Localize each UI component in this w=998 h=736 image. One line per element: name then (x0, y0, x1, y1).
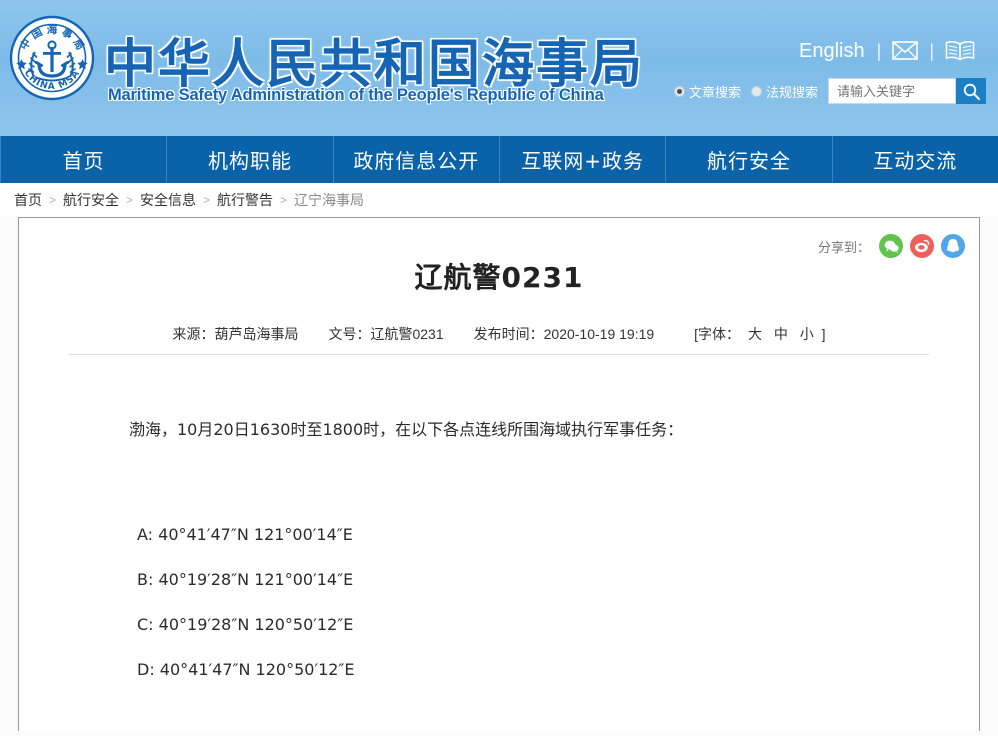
site-header: 中 国 海 事 局 CHINA MSA 中华人民共和国海事局 Maritime … (0, 0, 998, 136)
breadcrumb-item-home[interactable]: 首页 (14, 190, 42, 210)
wechat-share-icon[interactable] (879, 234, 903, 258)
article-card: 分享到： 辽航警0231 来源：葫芦岛海事局 文号：辽航警0231 发布时间：2… (18, 217, 980, 731)
breadcrumb-separator: > (280, 193, 288, 207)
site-title-en: Maritime Safety Administration of the Pe… (108, 86, 604, 104)
font-size-large[interactable]: 大 (748, 326, 762, 342)
font-size-small[interactable]: 小 (800, 326, 814, 342)
article-doc-no: 文号：辽航警0231 (328, 326, 444, 342)
nav-item-gov-info[interactable]: 政府信息公开 (334, 136, 500, 183)
header-search-area: 文章搜索 法规搜索 (673, 78, 986, 104)
search-scope-article[interactable]: 文章搜索 (673, 82, 741, 101)
article-source: 来源：葫芦岛海事局 (172, 326, 299, 342)
breadcrumb-item-liaoning-msa: 辽宁海事局 (294, 192, 365, 208)
radio-regulation-icon[interactable] (750, 85, 762, 97)
search-scope-regulation[interactable]: 法规搜索 (750, 82, 818, 101)
font-size-suffix: ] (821, 326, 826, 342)
weibo-share-icon[interactable] (910, 234, 934, 258)
china-msa-emblem-logo[interactable]: 中 国 海 事 局 CHINA MSA (8, 14, 96, 102)
coordinate-point-a: A: 40°41′47″N 121°00′14″E (137, 525, 353, 545)
header-top-links: English | | (787, 40, 986, 61)
breadcrumb-separator: > (203, 193, 211, 207)
breadcrumb-item-safety-info[interactable]: 安全信息 (140, 190, 196, 210)
font-size-medium[interactable]: 中 (774, 326, 788, 342)
breadcrumb: 首页 > 航行安全 > 安全信息 > 航行警告 > 辽宁海事局 (0, 183, 998, 217)
main-navigation: 首页 机构职能 政府信息公开 互联网+政务 航行安全 互动交流 (0, 136, 998, 183)
breadcrumb-separator: > (49, 193, 57, 207)
coordinate-list: A: 40°41′47″N 121°00′14″E B: 40°19′28″N … (137, 525, 979, 679)
search-scope-article-label: 文章搜索 (688, 84, 741, 100)
nav-item-internet-plus[interactable]: 互联网+政务 (500, 136, 667, 183)
share-label: 分享到： (817, 239, 870, 255)
font-size-controls: [字体： 大 中 小 ] (694, 324, 825, 344)
emblem-svg: 中 国 海 事 局 CHINA MSA (9, 15, 95, 101)
qq-glyph (947, 239, 959, 253)
font-size-prefix: [字体： (694, 326, 741, 342)
breadcrumb-separator: > (126, 193, 134, 207)
breadcrumb-item-navigation-safety[interactable]: 航行安全 (63, 190, 119, 210)
search-scope-regulation-label: 法规搜索 (765, 84, 818, 100)
wechat-glyph (884, 240, 899, 253)
qq-share-icon[interactable] (941, 234, 965, 258)
breadcrumb-item-navigation-warning[interactable]: 航行警告 (217, 190, 273, 210)
coordinate-point-b: B: 40°19′28″N 121°00′14″E (137, 570, 354, 590)
nav-item-home[interactable]: 首页 (0, 136, 168, 183)
share-bar: 分享到： (818, 234, 965, 258)
envelope-icon-svg (892, 41, 919, 60)
coordinate-point-d: D: 40°41′47″N 120°50′12″E (137, 660, 355, 680)
nav-item-interaction[interactable]: 互动交流 (833, 136, 998, 183)
article-publish-time: 发布时间：2020-10-19 19:19 (473, 326, 655, 342)
nav-item-functions[interactable]: 机构职能 (167, 136, 334, 183)
open-book-icon-svg (945, 40, 975, 61)
page-background: 分享到： 辽航警0231 来源：葫芦岛海事局 文号：辽航警0231 发布时间：2… (0, 217, 998, 736)
open-book-icon[interactable] (934, 40, 986, 61)
nav-item-navigation-safety[interactable]: 航行安全 (666, 136, 833, 183)
search-icon (963, 83, 980, 100)
link-separator-1: | (876, 40, 882, 61)
english-link[interactable]: English (787, 41, 877, 61)
envelope-icon[interactable] (881, 41, 929, 60)
weibo-glyph (915, 239, 930, 253)
coordinate-point-c: C: 40°19′28″N 120°50′12″E (137, 615, 354, 635)
search-button[interactable] (956, 78, 986, 104)
article-meta: 来源：葫芦岛海事局 文号：辽航警0231 发布时间：2020-10-19 19:… (69, 324, 929, 355)
radio-article-icon[interactable] (673, 85, 685, 97)
link-separator-2: | (929, 40, 934, 61)
search-input[interactable] (828, 78, 956, 104)
article-body-paragraph: 渤海，10月20日1630时至1800时，在以下各点连线所围海域执行军事任务： (129, 420, 684, 439)
